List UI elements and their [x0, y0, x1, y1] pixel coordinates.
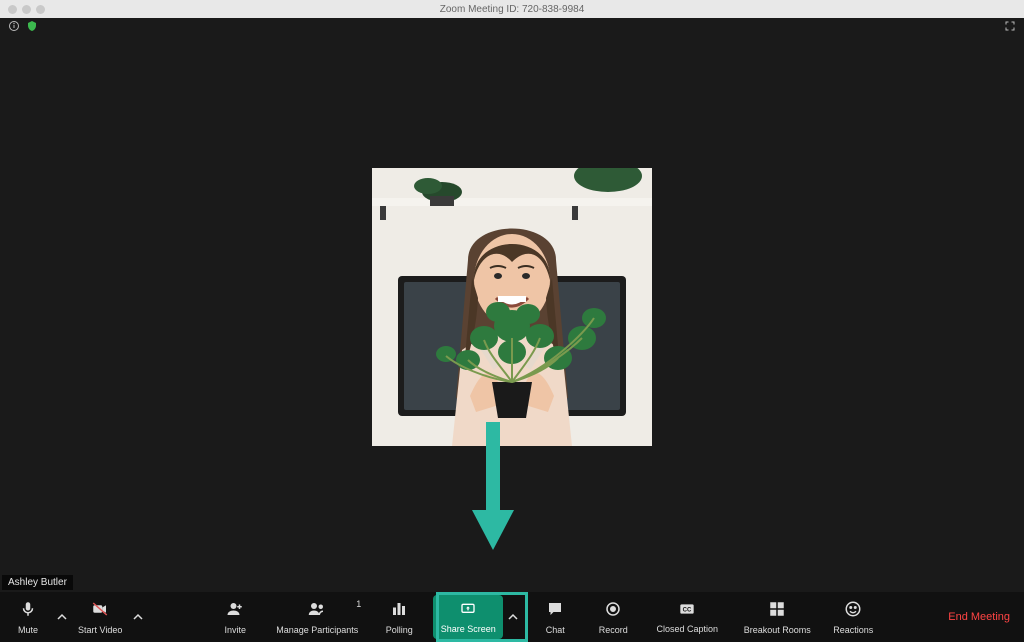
manage-participants-label: Manage Participants [276, 625, 358, 635]
chat-icon [546, 600, 564, 623]
encryption-lock-icon[interactable] [26, 20, 38, 32]
window-title: Zoom Meeting ID: 720-838-9984 [0, 4, 1024, 15]
window-titlebar: Zoom Meeting ID: 720-838-9984 [0, 0, 1024, 18]
share-screen-label: Share Screen [441, 624, 496, 634]
polling-label: Polling [386, 625, 413, 635]
enter-fullscreen-icon[interactable] [1004, 20, 1016, 32]
camera-off-icon [90, 600, 110, 623]
microphone-icon [19, 600, 37, 623]
closed-caption-button[interactable]: CC Closed Caption [647, 595, 727, 639]
manage-participants-button[interactable]: 1 Manage Participants [269, 595, 365, 639]
reactions-button[interactable]: Reactions [827, 595, 879, 639]
mute-button[interactable]: Mute [4, 595, 52, 639]
chat-button[interactable]: Chat [531, 595, 579, 639]
breakout-rooms-label: Breakout Rooms [744, 625, 811, 635]
breakout-rooms-icon [768, 600, 786, 623]
annotation-arrow-icon [468, 422, 518, 557]
polling-icon [390, 600, 408, 623]
participant-video-tile[interactable] [372, 168, 652, 446]
share-options-caret[interactable] [505, 595, 521, 639]
mute-label: Mute [18, 625, 38, 635]
video-options-caret[interactable] [130, 595, 146, 639]
participant-name-tag: Ashley Butler [2, 575, 73, 590]
audio-options-caret[interactable] [54, 595, 70, 639]
record-icon [604, 600, 622, 623]
closed-caption-label: Closed Caption [657, 624, 719, 634]
meeting-toolbar: Mute Start Video Invite 1 Manage Pa [0, 592, 1024, 642]
info-icon[interactable] [8, 20, 20, 32]
svg-text:CC: CC [683, 607, 692, 613]
meeting-top-strip [0, 18, 1024, 36]
polling-button[interactable]: Polling [375, 595, 423, 639]
breakout-rooms-button[interactable]: Breakout Rooms [737, 595, 817, 639]
end-meeting-button[interactable]: End Meeting [944, 605, 1014, 629]
start-video-label: Start Video [78, 625, 122, 635]
invite-icon [225, 600, 245, 623]
reactions-icon [844, 600, 862, 623]
start-video-button[interactable]: Start Video [72, 595, 128, 639]
share-screen-icon [458, 601, 478, 622]
participants-count-badge: 1 [356, 599, 361, 609]
share-screen-button[interactable]: Share Screen [433, 595, 503, 639]
record-label: Record [599, 625, 628, 635]
invite-label: Invite [225, 625, 247, 635]
reactions-label: Reactions [833, 625, 873, 635]
invite-button[interactable]: Invite [211, 595, 259, 639]
closed-caption-icon: CC [676, 601, 698, 622]
chat-label: Chat [546, 625, 565, 635]
participants-icon [306, 600, 328, 623]
record-button[interactable]: Record [589, 595, 637, 639]
